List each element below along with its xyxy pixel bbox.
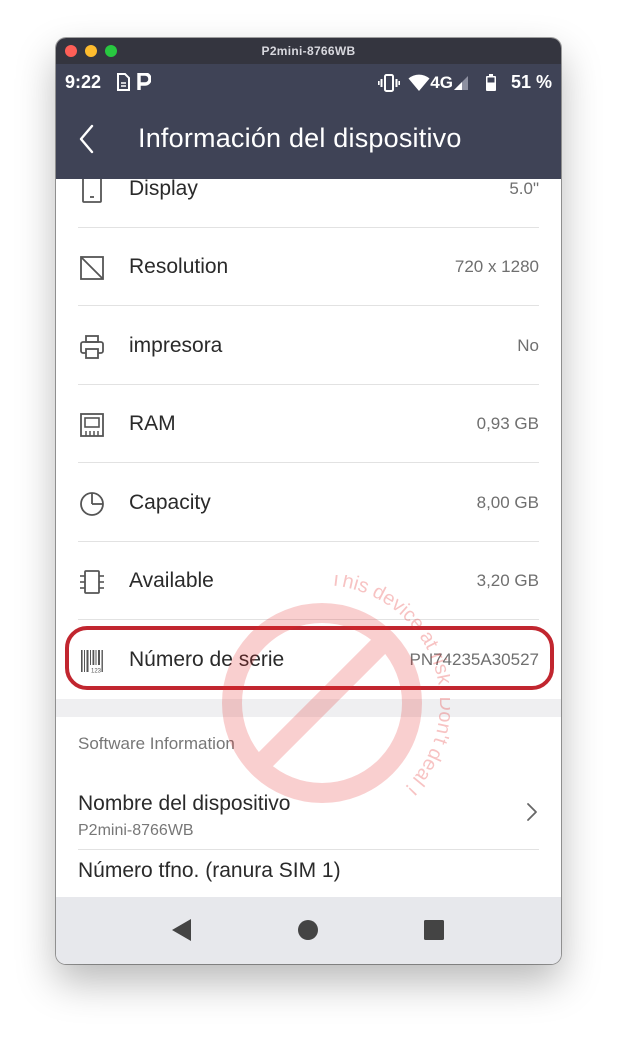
phone-number-row[interactable]: Número tfno. (ranura SIM 1) xyxy=(78,859,341,883)
info-value: 5.0" xyxy=(509,179,539,198)
nav-home-icon[interactable] xyxy=(291,915,325,945)
display-icon xyxy=(82,179,102,203)
wifi-icon xyxy=(408,74,430,91)
capacity-pie-icon xyxy=(80,492,104,516)
info-label: impresora xyxy=(129,334,223,357)
resolution-icon xyxy=(80,256,104,280)
info-value: No xyxy=(517,336,539,355)
device-info-list: Display 5.0" Resolution 720 x 1280 impre… xyxy=(56,179,561,897)
info-value: 720 x 1280 xyxy=(454,257,539,276)
info-row-capacity: Capacity 8,00 GB xyxy=(78,463,539,542)
section-header-software: Software Information xyxy=(78,734,235,753)
vibrate-icon xyxy=(378,73,401,92)
cell-signal-icon xyxy=(453,75,468,90)
info-row-display: Display 5.0" xyxy=(78,179,539,228)
status-bar: 9:22 4G 51 % xyxy=(56,64,561,98)
page-title: Información del dispositivo xyxy=(138,123,462,153)
window-title: P2mini-8766WB xyxy=(261,44,356,58)
nav-recents-icon[interactable] xyxy=(417,915,451,945)
nav-back-icon[interactable] xyxy=(164,915,198,945)
serial-number-highlight xyxy=(65,626,554,690)
info-row-resolution: Resolution 720 x 1280 xyxy=(78,227,539,306)
document-notification-icon xyxy=(117,73,130,91)
back-arrow-icon[interactable] xyxy=(74,122,100,156)
info-label: Display xyxy=(129,179,198,200)
info-row-ram: RAM 0,93 GB xyxy=(78,384,539,463)
device-name-value: P2mini-8766WB xyxy=(78,822,194,839)
info-label: RAM xyxy=(129,412,176,435)
parking-p-icon xyxy=(137,73,151,90)
info-value: 3,20 GB xyxy=(476,571,539,590)
window-titlebar: P2mini-8766WB xyxy=(56,38,561,64)
device-name-row[interactable]: Nombre del dispositivo P2mini-8766WB xyxy=(78,775,539,850)
printer-icon xyxy=(80,335,104,359)
battery-icon xyxy=(485,73,496,91)
android-nav-bar xyxy=(56,897,561,964)
chip-icon xyxy=(80,570,104,594)
status-time: 9:22 xyxy=(65,72,102,92)
network-type: 4G xyxy=(430,72,453,92)
chevron-right-icon xyxy=(527,803,537,821)
info-row-available: Available 3,20 GB xyxy=(78,541,539,620)
info-label: Resolution xyxy=(129,255,229,278)
battery-level: 51 % xyxy=(510,72,552,92)
info-value: 8,00 GB xyxy=(476,493,539,512)
info-label: Available xyxy=(129,569,214,592)
ram-icon xyxy=(80,413,104,437)
app-window: P2mini-8766WB 9:22 4G 51 % Información d… xyxy=(56,38,561,964)
info-label: Capacity xyxy=(129,491,211,514)
section-divider xyxy=(56,699,561,717)
app-bar: Información del dispositivo xyxy=(56,98,561,179)
info-value: 0,93 GB xyxy=(476,414,539,433)
device-name-label: Nombre del dispositivo xyxy=(78,792,291,815)
info-row-printer: impresora No xyxy=(78,306,539,385)
